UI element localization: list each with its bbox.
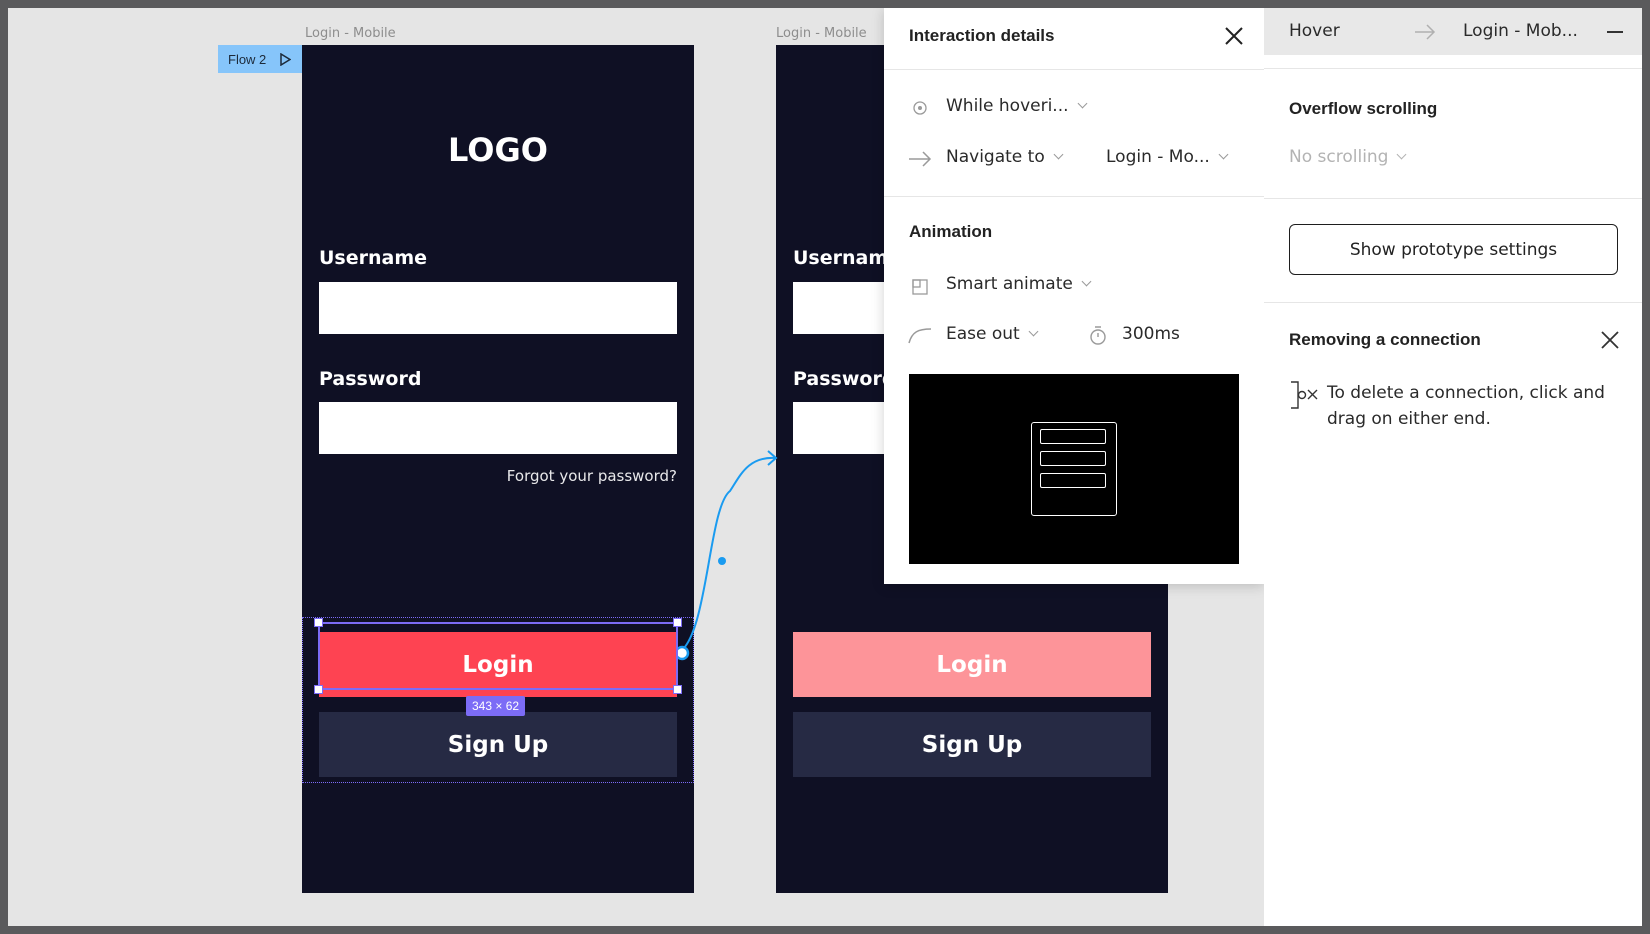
prototype-connection[interactable] — [678, 448, 788, 668]
delete-connection-icon — [1291, 381, 1318, 409]
easing-curve-icon — [908, 328, 932, 344]
destination-value: Login - Mo... — [1106, 147, 1210, 167]
timer-icon — [1090, 326, 1106, 345]
popup-title: Interaction details — [909, 26, 1055, 45]
chevron-down-icon — [1218, 149, 1229, 160]
interaction-details-popup: Interaction details While hoveri... Navi… — [884, 8, 1264, 584]
smart-animate-icon — [912, 279, 928, 295]
interaction-destination-label: Login - Mob... — [1463, 21, 1578, 41]
selection-dimensions-badge: 343 × 62 — [466, 696, 526, 716]
animation-preview — [909, 374, 1239, 564]
divider — [1264, 68, 1642, 69]
login-button-hover-state[interactable]: Login — [793, 632, 1151, 697]
destination-dropdown[interactable]: Login - Mo... — [1106, 147, 1229, 167]
animation-type-dropdown[interactable]: Smart animate — [946, 274, 1092, 294]
forgot-password-link[interactable]: Forgot your password? — [507, 467, 677, 485]
divider — [884, 69, 1264, 70]
preview-line — [1040, 473, 1106, 488]
preview-line — [1040, 451, 1106, 466]
arrow-right-icon — [1415, 24, 1436, 40]
chevron-down-icon — [1081, 276, 1092, 287]
chevron-down-icon — [1028, 326, 1039, 337]
minus-icon[interactable] — [1606, 30, 1624, 34]
flow-start-tag[interactable]: Flow 2 — [218, 45, 303, 73]
password-label: Password — [793, 368, 896, 390]
trigger-icon — [913, 101, 927, 115]
trigger-value: While hoveri... — [946, 96, 1069, 116]
preview-line — [1040, 429, 1106, 444]
interaction-row[interactable]: Hover Login - Mob... — [1264, 8, 1642, 55]
overflow-scrolling-dropdown[interactable]: No scrolling — [1289, 147, 1407, 167]
password-label: Password — [319, 368, 422, 390]
close-icon[interactable] — [1600, 330, 1620, 350]
animation-title: Animation — [909, 222, 993, 241]
frame-label-login-mobile-2[interactable]: Login - Mobile — [776, 26, 867, 41]
signup-button[interactable]: Sign Up — [793, 712, 1151, 777]
duration-input[interactable]: 300ms — [1122, 324, 1180, 344]
chevron-down-icon — [1077, 98, 1087, 109]
resize-handle-top-left[interactable] — [314, 618, 323, 627]
divider — [1264, 302, 1642, 303]
removing-connection-title: Removing a connection — [1289, 330, 1481, 349]
chevron-down-icon — [1397, 149, 1407, 160]
password-field[interactable] — [319, 402, 677, 454]
chevron-down-icon — [1053, 149, 1064, 160]
easing-dropdown[interactable]: Ease out — [946, 324, 1039, 344]
close-icon[interactable] — [1224, 26, 1244, 46]
interaction-trigger-label: Hover — [1289, 21, 1340, 41]
logo: LOGO — [448, 131, 548, 169]
removing-connection-hint: To delete a connection, click and drag o… — [1327, 383, 1605, 429]
divider — [884, 196, 1264, 197]
prototype-panel: Hover Login - Mob... Overflow scrolling … — [1264, 8, 1642, 926]
resize-handle-bottom-left[interactable] — [314, 685, 323, 694]
username-label: Username — [319, 247, 428, 269]
show-prototype-settings-button[interactable]: Show prototype settings — [1289, 224, 1618, 275]
overflow-value: No scrolling — [1289, 147, 1389, 167]
frame-label-login-mobile[interactable]: Login - Mobile — [305, 26, 396, 41]
action-dropdown[interactable]: Navigate to — [946, 147, 1064, 167]
animation-type-value: Smart animate — [946, 274, 1073, 294]
overflow-scrolling-title: Overflow scrolling — [1289, 99, 1438, 118]
resize-handle-bottom-right[interactable] — [673, 685, 682, 694]
trigger-dropdown[interactable]: While hoveri... — [946, 96, 1087, 116]
preview-phone-illustration — [1031, 422, 1117, 516]
flow-tag-label: Flow 2 — [228, 51, 267, 67]
divider — [1264, 198, 1642, 199]
login-selection-outline — [318, 622, 678, 690]
action-value: Navigate to — [946, 147, 1045, 167]
username-field[interactable] — [319, 282, 677, 334]
easing-value: Ease out — [946, 324, 1020, 344]
play-icon — [280, 52, 292, 66]
arrow-right-icon — [909, 151, 932, 167]
app-window: Login - Mobile Flow 2 LOGO Username Pass… — [8, 8, 1642, 926]
